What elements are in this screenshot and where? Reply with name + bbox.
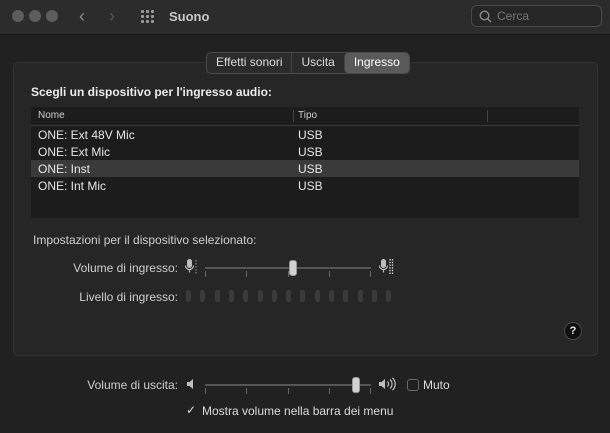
output-volume-slider[interactable] [205,376,371,394]
grid-icon[interactable] [141,10,155,24]
speaker-high-icon [379,377,396,391]
column-header-tipo[interactable]: Tipo [298,110,317,121]
input-level-bar [314,290,320,302]
device-name: ONE: Inst [38,162,91,176]
input-level-bar [228,290,234,302]
output-volume-knob[interactable] [351,377,360,393]
column-divider [293,110,294,122]
mute-checkbox[interactable] [407,379,419,391]
input-level-bar [243,290,249,302]
device-name: ONE: Int Mic [38,179,107,193]
tab-effetti-sonori[interactable]: Effetti sonori [207,53,291,73]
input-level-bar [186,290,191,302]
tab-bar: Effetti sonori Uscita Ingresso [206,52,410,74]
speaker-low-icon [187,379,193,389]
device-name: ONE: Ext 48V Mic [38,128,135,142]
chevron-right-icon[interactable]: › [109,6,115,27]
input-level-bar [200,290,206,302]
microphone-low-icon [184,259,197,274]
input-level-bar [214,290,220,302]
input-level-bar [343,290,349,302]
tab-ingresso[interactable]: Ingresso [343,53,409,73]
device-type: USB [298,128,323,142]
chevron-left-icon[interactable]: ‹ [79,6,85,27]
input-volume-label: Volume di ingresso: [73,261,178,275]
input-volume-knob[interactable] [288,260,297,276]
column-divider [487,110,488,122]
input-level-bar [371,290,377,302]
input-level-bar [386,290,392,302]
tab-uscita[interactable]: Uscita [291,53,343,73]
search-field[interactable] [471,5,602,27]
mute-label: Muto [423,378,450,392]
device-heading: Scegli un dispositivo per l'ingresso aud… [31,85,272,99]
input-level-bar [286,290,292,302]
table-header: Nome Tipo [31,107,579,126]
table-row[interactable]: ONE: Ext 48V Mic USB [31,126,579,143]
title-bar: ‹ › Suono [0,0,610,35]
input-volume-slider[interactable] [205,259,371,277]
table-row-selected[interactable]: ONE: Inst USB [31,160,579,177]
microphone-high-icon [378,259,394,275]
device-table: Nome Tipo ONE: Ext 48V Mic USB ONE: Ext … [31,107,579,218]
table-row[interactable]: ONE: Ext Mic USB [31,143,579,160]
table-row[interactable]: ONE: Int Mic USB [31,177,579,194]
input-level-bar [357,290,363,302]
device-settings-label: Impostazioni per il dispositivo selezion… [33,233,257,247]
input-level-label: Livello di ingresso: [79,290,178,304]
device-type: USB [298,179,323,193]
checkmark-icon[interactable]: ✓ [186,403,196,417]
close-window-button[interactable] [12,10,24,22]
output-volume-label: Volume di uscita: [87,378,178,392]
search-icon [479,10,492,23]
minimize-window-button[interactable] [29,10,41,22]
window-title: Suono [169,9,210,24]
device-type: USB [298,145,323,159]
device-type: USB [298,162,323,176]
column-header-nome[interactable]: Nome [38,110,65,121]
zoom-window-button[interactable] [46,10,58,22]
input-level-bar [300,290,306,302]
help-button[interactable]: ? [564,322,582,340]
search-input[interactable] [497,8,597,24]
input-level-bar [329,290,334,302]
input-level-bar [257,290,263,302]
device-name: ONE: Ext Mic [38,145,111,159]
menu-bar-volume-label: Mostra volume nella barra dei menu [202,404,394,418]
input-level-bar [271,290,277,302]
